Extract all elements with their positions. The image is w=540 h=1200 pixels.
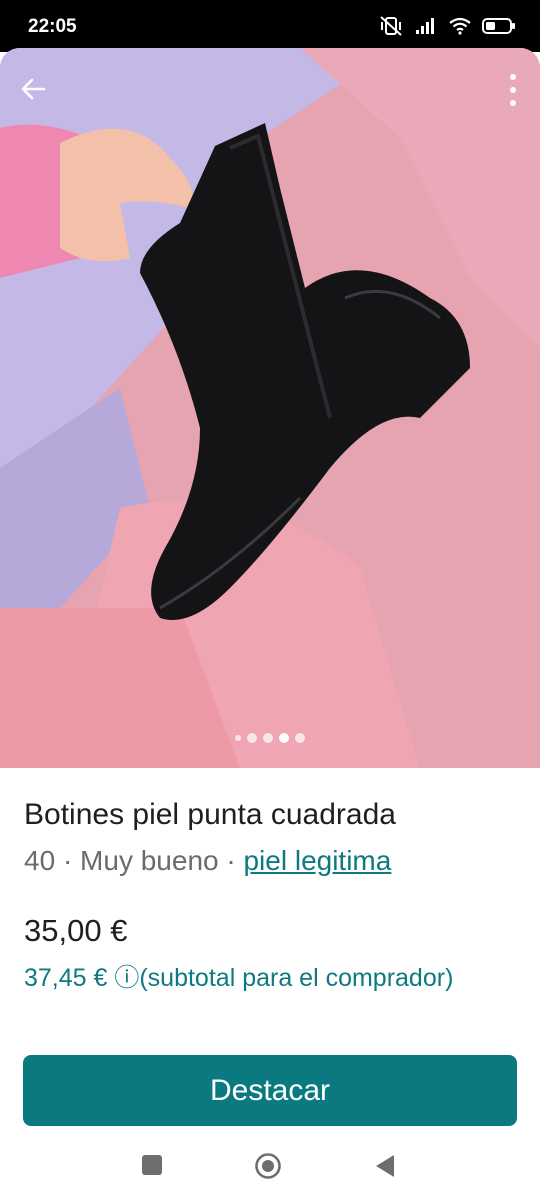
listing-meta: 40 · Muy bueno · piel legitima <box>24 845 391 877</box>
promote-button[interactable]: Destacar <box>23 1055 517 1126</box>
carousel-dot[interactable] <box>295 733 305 743</box>
carousel-dot[interactable] <box>263 733 273 743</box>
carousel-dot-active[interactable] <box>279 733 289 743</box>
photo-carousel-indicator <box>0 733 540 743</box>
boot-photo-illustration <box>0 48 540 768</box>
listing-size: 40 <box>24 845 56 876</box>
vibrate-muted-icon <box>380 16 402 36</box>
meta-separator: · <box>226 845 236 876</box>
product-photo[interactable] <box>0 48 540 768</box>
status-bar: 22:05 <box>0 0 540 52</box>
wifi-icon <box>449 17 471 35</box>
listing-title: Botines piel punta cuadrada <box>24 798 396 831</box>
meta-separator: · <box>62 845 73 876</box>
listing-condition: Muy bueno <box>80 845 219 876</box>
status-icons <box>378 14 516 38</box>
system-nav-bar <box>0 1136 540 1200</box>
back-arrow-icon[interactable] <box>16 72 50 106</box>
listing-price: 35,00 € <box>24 913 128 948</box>
listing-brand-link[interactable]: piel legitima <box>243 845 391 876</box>
more-options-icon[interactable] <box>508 72 518 108</box>
signal-icon <box>416 18 434 34</box>
battery-icon <box>482 18 515 34</box>
home-icon[interactable] <box>254 1152 282 1180</box>
carousel-dot[interactable] <box>235 735 241 741</box>
recent-apps-icon[interactable] <box>141 1154 163 1176</box>
carousel-dot[interactable] <box>247 733 257 743</box>
back-nav-icon[interactable] <box>374 1154 396 1178</box>
status-time: 22:05 <box>28 16 77 37</box>
buyer-price-info[interactable]: 37,45 € ⓘ(subtotal para el comprador) <box>24 958 453 994</box>
